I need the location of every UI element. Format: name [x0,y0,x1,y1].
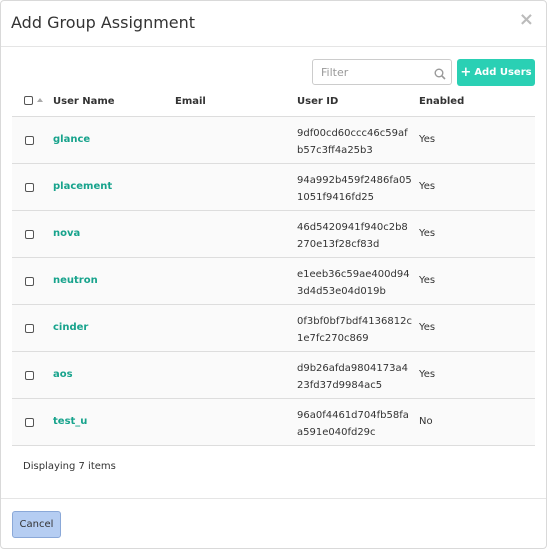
row-checkbox[interactable] [25,418,34,427]
row-checkbox[interactable] [25,371,34,380]
enabled-status: Yes [419,181,436,192]
sort-arrow-icon[interactable] [37,98,43,102]
cancel-button[interactable]: Cancel [12,511,61,538]
enabled-status: Yes [419,275,436,286]
user-name-link[interactable]: aos [53,369,73,380]
user-name-link[interactable]: neutron [53,275,98,286]
user-name-link[interactable]: placement [53,181,112,192]
add-users-button[interactable]: + Add Users [457,59,535,86]
user-id: 9df00cd60ccc46c59afb57c3ff4a25b3 [297,128,408,156]
item-count: Displaying 7 items [23,461,116,472]
user-name-link[interactable]: glance [53,134,90,145]
table-row: cinder 0f3bf0bf7bdf4136812c1e7fc270c869 Ye… [12,305,535,352]
column-header-enabled[interactable]: Enabled [419,96,464,107]
add-users-label: Add Users [474,67,532,78]
filter-box [312,59,452,85]
user-name-link[interactable]: nova [53,228,80,239]
modal-header: Add Group Assignment × [1,1,546,47]
table-row: nova 46d5420941f940c2b8270e13f28cf83d Yes [12,211,535,258]
enabled-status: Yes [419,369,436,380]
column-header-user-name[interactable]: User Name [53,96,115,107]
add-group-assignment-modal: Add Group Assignment × + Add Users User … [0,0,547,549]
table-row: test_u 96a0f4461d704fb58faa591e040fd29c No [12,399,535,446]
footer-divider [1,498,546,499]
user-id: 0f3bf0bf7bdf4136812c1e7fc270c869 [297,316,412,344]
column-header-user-id[interactable]: User ID [297,96,338,107]
row-checkbox[interactable] [25,277,34,286]
row-checkbox[interactable] [25,136,34,145]
enabled-status: Yes [419,228,436,239]
column-header-email[interactable]: Email [175,96,206,107]
close-icon[interactable]: × [519,9,534,30]
table-row: glance 9df00cd60ccc46c59afb57c3ff4a25b3 Ye… [12,117,535,164]
enabled-status: No [419,416,433,427]
row-checkbox[interactable] [25,230,34,239]
enabled-status: Yes [419,134,436,145]
enabled-status: Yes [419,322,436,333]
user-name-link[interactable]: test_u [53,416,87,427]
row-checkbox[interactable] [25,183,34,192]
modal-title: Add Group Assignment [11,13,196,32]
plus-icon: + [460,65,472,80]
user-id: 46d5420941f940c2b8270e13f28cf83d [297,222,408,250]
table-row: aos d9b26afda9804173a423fd37d9984ac5 Yes [12,352,535,399]
row-checkbox[interactable] [25,324,34,333]
table-row: neutron e1eeb36c59ae400d943d4d53e04d019b Y… [12,258,535,305]
select-all-checkbox[interactable] [24,96,33,105]
search-icon[interactable] [434,65,446,84]
table-row: placement 94a992b459f2486fa051051f9416fd2… [12,164,535,211]
user-id: 94a992b459f2486fa051051f9416fd25 [297,175,412,203]
user-id: d9b26afda9804173a423fd37d9984ac5 [297,363,408,391]
user-name-link[interactable]: cinder [53,322,88,333]
user-id: e1eeb36c59ae400d943d4d53e04d019b [297,269,410,297]
filter-input[interactable] [313,60,439,84]
user-id: 96a0f4461d704fb58faa591e040fd29c [297,410,409,438]
